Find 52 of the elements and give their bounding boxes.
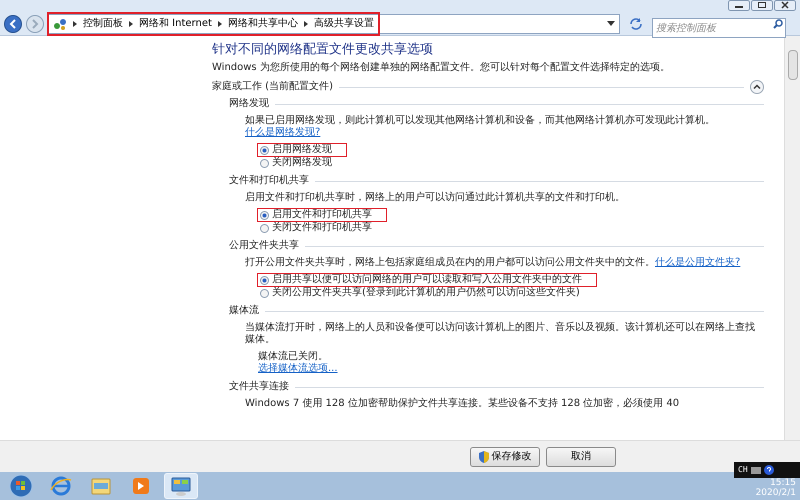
- section-description: 当媒体流打开时，网络上的人员和设备便可以访问该计算机上的图片、音乐以及视频。该计算机还可以在网络上查找媒体。: [245, 322, 756, 346]
- scrollbar[interactable]: [784, 36, 800, 440]
- maximize-button[interactable]: [751, 0, 773, 11]
- help-link[interactable]: 什么是网络发现?: [245, 127, 320, 138]
- page-description: Windows 为您所使用的每个网络创建单独的网络配置文件。您可以针对每个配置文件选择特定的选项。: [212, 62, 671, 74]
- profile-label: 家庭或工作 (当前配置文件): [212, 81, 333, 93]
- section-heading: 文件和打印机共享: [229, 175, 309, 187]
- breadcrumb[interactable]: 网络和 Internet: [139, 16, 212, 31]
- page-title: 针对不同的网络配置文件更改共享选项: [212, 42, 434, 58]
- help-icon[interactable]: [764, 465, 774, 475]
- search-field[interactable]: 搜索控制面板: [652, 18, 786, 38]
- chevron-icon[interactable]: [304, 20, 308, 26]
- network-icon: [53, 18, 67, 30]
- breadcrumb[interactable]: 控制面板: [83, 16, 123, 31]
- radio-option[interactable]: 启用网络发现: [258, 144, 346, 156]
- section-heading: 网络发现: [229, 98, 269, 110]
- taskbar-button[interactable]: [164, 473, 198, 499]
- close-button[interactable]: [774, 0, 796, 11]
- section-description: 启用文件和打印机共享时，网络上的用户可以访问通过此计算机共享的文件和打印机。: [245, 192, 626, 204]
- radio-option[interactable]: 启用文件和打印机共享: [258, 209, 386, 221]
- minimize-button[interactable]: [728, 0, 750, 11]
- dropdown-icon[interactable]: [607, 21, 615, 26]
- section-heading: 文件共享连接: [229, 381, 289, 393]
- help-link[interactable]: 什么是公用文件夹?: [655, 257, 740, 268]
- breadcrumb[interactable]: 高级共享设置: [314, 16, 374, 31]
- settings-link[interactable]: 选择媒体流选项...: [258, 363, 338, 375]
- browser-icon: [48, 474, 74, 498]
- status-text: 媒体流已关闭。: [258, 351, 329, 362]
- section-heading: 媒体流: [229, 305, 259, 317]
- radio-option[interactable]: 关闭网络发现: [258, 157, 346, 169]
- section-description: 如果已启用网络发现，则此计算机可以发现其他网络计算机和设备，而其他网络计算机亦可发现此计算机。 什么是网络发现?: [245, 115, 716, 139]
- collapse-button[interactable]: [750, 80, 764, 94]
- breadcrumb[interactable]: 网络和共享中心: [228, 16, 298, 31]
- dialog-button[interactable]: 保存修改: [470, 446, 540, 466]
- refresh-icon[interactable]: [628, 16, 644, 30]
- shield-icon: [478, 450, 488, 462]
- address-bar[interactable]: 控制面板 网络和 Internet 网络和共享中心 高级共享设置: [48, 14, 620, 34]
- chevron-icon[interactable]: [73, 20, 77, 26]
- back-button[interactable]: [4, 14, 22, 32]
- chevron-icon[interactable]: [218, 20, 222, 26]
- section-description: 打开公用文件夹共享时，网络上包括家庭组成员在内的用户都可以访问公用文件夹中的文件。什么是公用文件夹?: [245, 257, 742, 269]
- scrollbar-thumb[interactable]: [788, 50, 798, 80]
- section-heading: 公用文件夹共享: [229, 240, 299, 252]
- section-description: Windows 7 使用 128 位加密帮助保护文件共享连接。某些设备不支持 128 位加密，必须使用 40: [245, 398, 680, 410]
- dialog-button[interactable]: 取消: [546, 446, 616, 466]
- radio-option[interactable]: 关闭公用文件夹共享(登录到此计算机的用户仍然可以访问这些文件夹): [258, 287, 594, 299]
- radio-option[interactable]: 启用共享以便可以访问网络的用户可以读取和写入公用文件夹中的文件: [258, 274, 596, 286]
- radio-option[interactable]: 关闭文件和打印机共享: [258, 222, 386, 234]
- search-icon[interactable]: [773, 18, 783, 28]
- language-indicator[interactable]: CH: [738, 465, 748, 475]
- chevron-icon[interactable]: [129, 20, 133, 26]
- keyboard-icon[interactable]: [750, 466, 761, 474]
